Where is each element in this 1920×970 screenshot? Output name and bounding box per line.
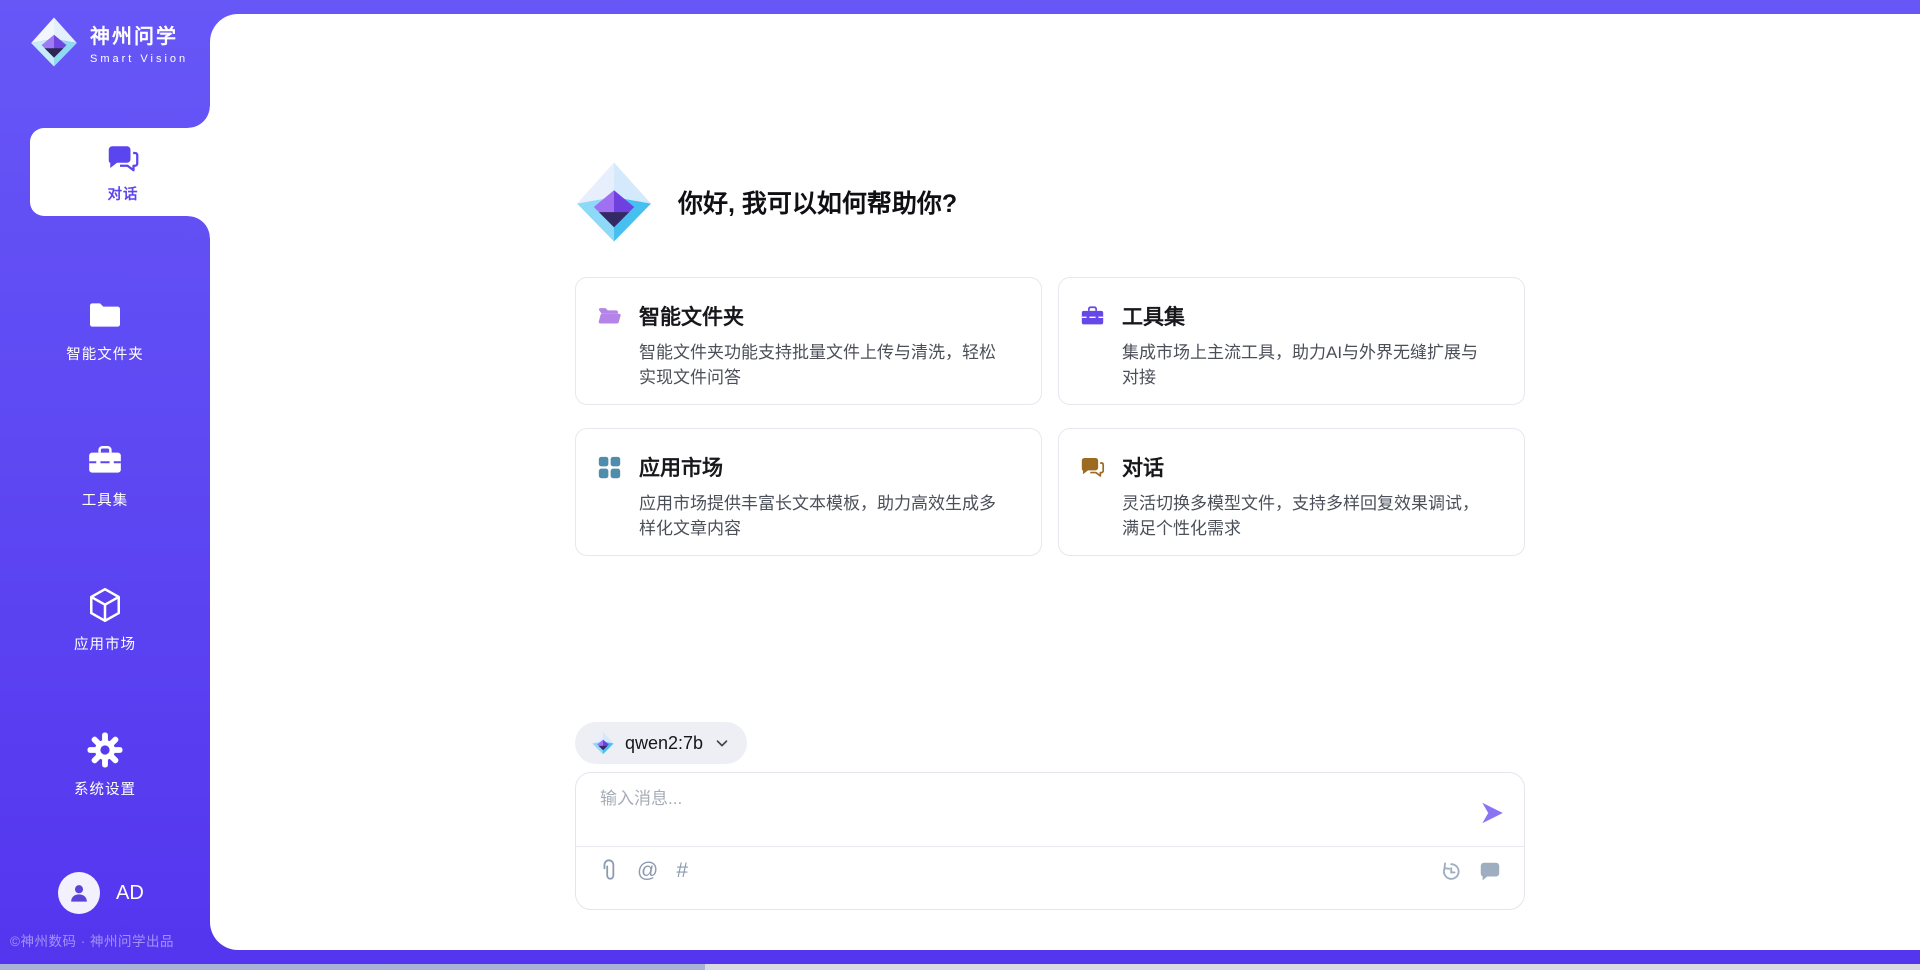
app-root: 神州问学 Smart Vision 对话 智能文件夹 工具集 应用市场 bbox=[0, 0, 1920, 970]
brand-subtitle: Smart Vision bbox=[90, 53, 188, 65]
topic-button[interactable]: # bbox=[676, 860, 688, 881]
toolbox-icon bbox=[85, 441, 125, 481]
card-title: 智能文件夹 bbox=[639, 301, 744, 331]
sidebar-footer: ©神州数码 · 神州问学出品 bbox=[10, 930, 205, 950]
gear-icon bbox=[85, 730, 125, 770]
user-profile[interactable]: AD bbox=[58, 872, 144, 914]
cube-icon bbox=[85, 585, 125, 625]
card-description: 集成市场上主流工具，助力AI与外界无缝扩展与对接 bbox=[1122, 340, 1494, 390]
tab-fillet-bottom bbox=[188, 216, 210, 238]
assistant-logo-icon bbox=[572, 160, 656, 244]
hash-icon: # bbox=[676, 860, 688, 881]
card-description: 灵活切换多模型文件，支持多样回复效果调试，满足个性化需求 bbox=[1122, 491, 1494, 541]
composer-divider bbox=[576, 846, 1524, 847]
composer-tools-right bbox=[1439, 859, 1502, 883]
attach-file-button[interactable] bbox=[598, 857, 619, 883]
paperclip-icon bbox=[598, 857, 619, 883]
grid-icon bbox=[596, 454, 623, 481]
sidebar-item-toolset[interactable]: 工具集 bbox=[0, 441, 210, 510]
history-button[interactable] bbox=[1439, 860, 1462, 883]
scrollbar-thumb[interactable] bbox=[0, 964, 705, 970]
sidebar-item-label: 对话 bbox=[108, 183, 139, 204]
message-icon bbox=[1478, 859, 1502, 883]
folder-open-icon bbox=[596, 303, 623, 330]
send-icon bbox=[1478, 799, 1506, 827]
chevron-down-icon bbox=[713, 734, 731, 752]
avatar bbox=[58, 872, 100, 914]
greeting-text: 你好, 我可以如何帮助你? bbox=[678, 184, 957, 220]
user-name: AD bbox=[116, 882, 144, 905]
chat-icon bbox=[1079, 454, 1106, 481]
card-description: 应用市场提供丰富长文本模板，助力高效生成多样化文章内容 bbox=[639, 491, 1011, 541]
greeting: 你好, 我可以如何帮助你? bbox=[572, 160, 957, 244]
model-logo-icon bbox=[591, 731, 615, 755]
card-smart-folder[interactable]: 智能文件夹 智能文件夹功能支持批量文件上传与清洗，轻松实现文件问答 bbox=[575, 277, 1042, 405]
sidebar-item-label: 工具集 bbox=[82, 489, 129, 510]
brand-name: 神州问学 bbox=[90, 20, 188, 49]
history-icon bbox=[1439, 860, 1462, 883]
sidebar-item-app-market[interactable]: 应用市场 bbox=[0, 585, 210, 654]
person-icon bbox=[66, 880, 92, 906]
at-icon: @ bbox=[637, 860, 658, 881]
brand: 神州问学 Smart Vision bbox=[28, 16, 188, 68]
toolbox-icon bbox=[1079, 303, 1106, 330]
composer: @ # bbox=[575, 772, 1525, 910]
mention-button[interactable]: @ bbox=[637, 860, 658, 881]
card-title: 工具集 bbox=[1122, 301, 1185, 331]
new-message-button[interactable] bbox=[1478, 859, 1502, 883]
model-selector[interactable]: qwen2:7b bbox=[575, 722, 747, 764]
card-title: 对话 bbox=[1122, 452, 1164, 482]
send-button[interactable] bbox=[1478, 799, 1506, 827]
chat-icon bbox=[105, 141, 141, 177]
sidebar-item-smart-folder[interactable]: 智能文件夹 bbox=[0, 295, 210, 364]
folder-icon bbox=[85, 295, 125, 335]
sidebar-item-settings[interactable]: 系统设置 bbox=[0, 730, 210, 799]
composer-tools-left: @ # bbox=[598, 857, 688, 883]
card-toolset[interactable]: 工具集 集成市场上主流工具，助力AI与外界无缝扩展与对接 bbox=[1058, 277, 1525, 405]
sidebar-item-label: 系统设置 bbox=[74, 778, 136, 799]
model-name: qwen2:7b bbox=[625, 733, 703, 754]
card-title: 应用市场 bbox=[639, 452, 723, 482]
sidebar-item-chat[interactable]: 对话 bbox=[30, 128, 216, 216]
horizontal-scrollbar[interactable] bbox=[0, 964, 1920, 970]
sidebar-item-label: 应用市场 bbox=[74, 633, 136, 654]
brand-logo-icon bbox=[28, 16, 80, 68]
tab-fillet-top bbox=[188, 106, 210, 128]
message-input[interactable] bbox=[600, 789, 1430, 809]
sidebar-item-label: 智能文件夹 bbox=[66, 343, 144, 364]
card-chat[interactable]: 对话 灵活切换多模型文件，支持多样回复效果调试，满足个性化需求 bbox=[1058, 428, 1525, 556]
card-description: 智能文件夹功能支持批量文件上传与清洗，轻松实现文件问答 bbox=[639, 340, 1011, 390]
card-app-market[interactable]: 应用市场 应用市场提供丰富长文本模板，助力高效生成多样化文章内容 bbox=[575, 428, 1042, 556]
feature-cards: 智能文件夹 智能文件夹功能支持批量文件上传与清洗，轻松实现文件问答 工具集 集成… bbox=[575, 277, 1525, 556]
